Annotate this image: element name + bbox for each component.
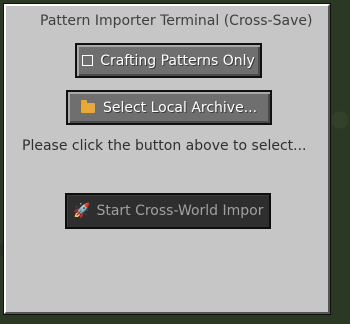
status-text: Please click the button above to select.… xyxy=(22,138,307,154)
checkbox-icon xyxy=(82,55,94,66)
select-label: Select Local Archive... xyxy=(102,99,258,116)
window-title: Pattern Importer Terminal (Cross-Save) xyxy=(40,13,313,29)
rocket-icon: 🚀 xyxy=(73,203,91,219)
folder-icon xyxy=(80,99,95,113)
crafting-patterns-only-toggle[interactable]: Crafting Patterns Only xyxy=(75,43,262,78)
start-label: Start Cross-World Impor xyxy=(96,203,264,219)
toggle-label: Crafting Patterns Only xyxy=(100,52,255,69)
select-local-archive-button[interactable]: Select Local Archive... xyxy=(66,90,272,125)
start-import-button[interactable]: 🚀 Start Cross-World Impor xyxy=(65,193,271,229)
